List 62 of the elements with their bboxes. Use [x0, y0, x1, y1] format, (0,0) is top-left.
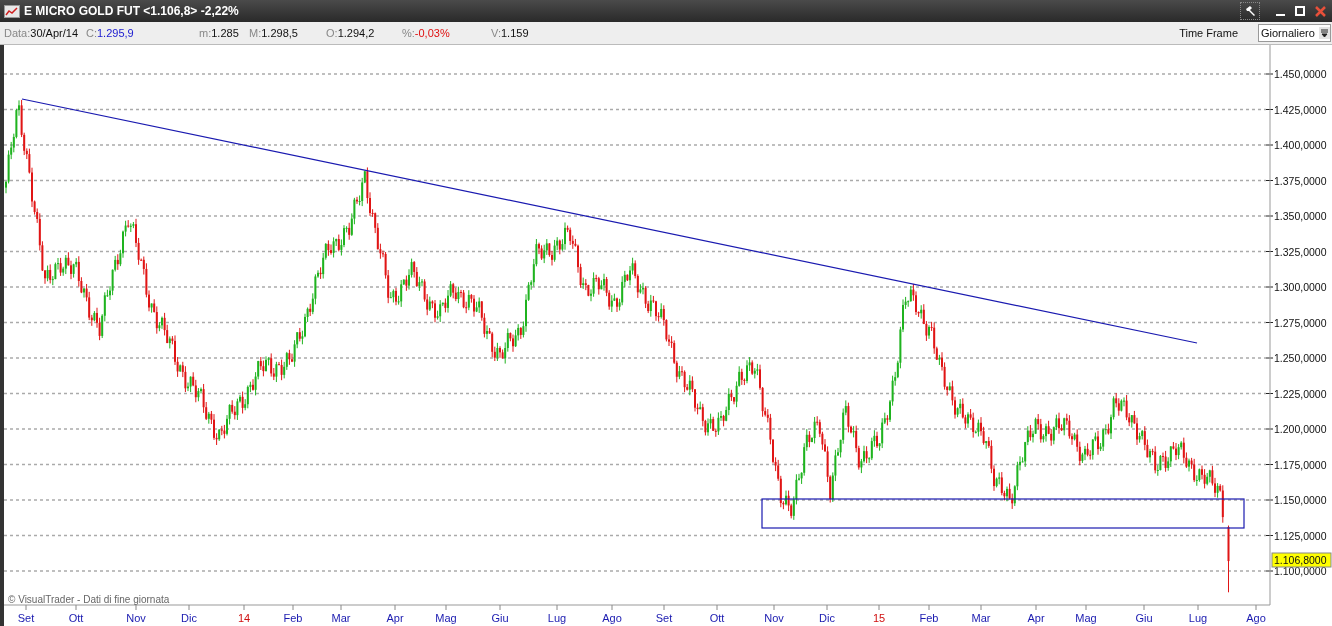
x-axis-label: Mar: [971, 612, 991, 624]
field-label: %:: [402, 25, 415, 41]
field-value: -0,03%: [414, 25, 450, 41]
y-axis-label: 1.225,0000: [1274, 387, 1327, 400]
x-axis-label: Ago: [602, 612, 622, 624]
y-axis-label: 1.150,0000: [1274, 494, 1327, 506]
x-axis-label: Mar: [331, 612, 351, 624]
field-value: 30/Apr/14: [30, 25, 78, 41]
field-label: C:: [86, 25, 97, 41]
x-axis-label: Apr: [1027, 612, 1045, 624]
x-axis-label: Feb: [919, 612, 939, 624]
y-axis-label: 1.425,0000: [1274, 103, 1327, 116]
chart-app-icon: [4, 4, 20, 18]
y-axis-label: 1.375,0000: [1274, 174, 1327, 187]
x-axis-label: Lug: [547, 612, 567, 624]
field-value: 1.294,2: [337, 25, 375, 41]
x-axis-label: 15: [872, 612, 886, 624]
y-axis-label: 1.450,0000: [1274, 68, 1327, 80]
x-axis-label: Dic: [819, 612, 835, 624]
y-axis-label: 1.200,0000: [1274, 423, 1327, 435]
x-axis-label: Ott: [68, 612, 84, 624]
time-frame-label: Time Frame: [1179, 25, 1238, 41]
y-axis-label: 1.125,0000: [1274, 529, 1327, 542]
maximize-icon[interactable]: [1292, 3, 1308, 19]
x-axis-label: Dic: [181, 612, 197, 624]
last-price-tag: 1.106,8000: [1271, 552, 1332, 568]
field-value: 1.298,5: [261, 25, 298, 41]
x-axis-label: Nov: [764, 612, 784, 624]
x-axis-label: Giu: [1135, 612, 1153, 624]
x-axis-label: Lug: [1188, 612, 1208, 624]
y-axis-label: 1.250,0000: [1274, 352, 1327, 364]
field-label: M:: [249, 25, 262, 41]
x-axis-label: Nov: [126, 612, 146, 624]
x-axis-label: 14: [237, 612, 251, 624]
y-axis-label: 1.300,0000: [1274, 281, 1327, 293]
x-axis-label: Mag: [435, 612, 457, 624]
hammer-icon[interactable]: [1240, 2, 1260, 20]
y-axis-label: 1.175,0000: [1274, 458, 1327, 471]
x-axis-label: Set: [17, 612, 35, 624]
field-label: m:: [199, 25, 212, 41]
y-axis-label: 1.400,0000: [1274, 139, 1327, 151]
x-axis-label: Feb: [283, 612, 303, 624]
x-axis-label: Ott: [709, 612, 725, 624]
field-value: 1.295,9: [97, 25, 134, 41]
y-axis-label: 1.275,0000: [1274, 316, 1327, 329]
x-axis-label: Ago: [1246, 612, 1266, 624]
field-label: Data:: [4, 25, 31, 41]
window-title: E MICRO GOLD FUT <1.106,8> -2,22%: [24, 3, 239, 20]
field-value: 1.285: [211, 25, 239, 41]
chart-credit: © VisualTrader - Dati di fine giornata: [8, 594, 170, 605]
close-icon[interactable]: [1312, 3, 1328, 19]
x-axis-label: Set: [655, 612, 673, 624]
field-value: 1.159: [501, 25, 529, 41]
x-axis-label: Mag: [1075, 612, 1097, 624]
field-label: V:: [491, 25, 501, 41]
x-axis-label: Apr: [386, 612, 404, 624]
field-label: O:: [326, 25, 338, 41]
y-axis-label: 1.350,0000: [1274, 210, 1327, 222]
y-axis-label: 1.325,0000: [1274, 245, 1327, 258]
x-axis-label: Giu: [491, 612, 509, 624]
y-axis-label: 1.100,0000: [1274, 565, 1327, 577]
time-frame-dropdown[interactable]: Giornaliero: [1258, 24, 1331, 42]
